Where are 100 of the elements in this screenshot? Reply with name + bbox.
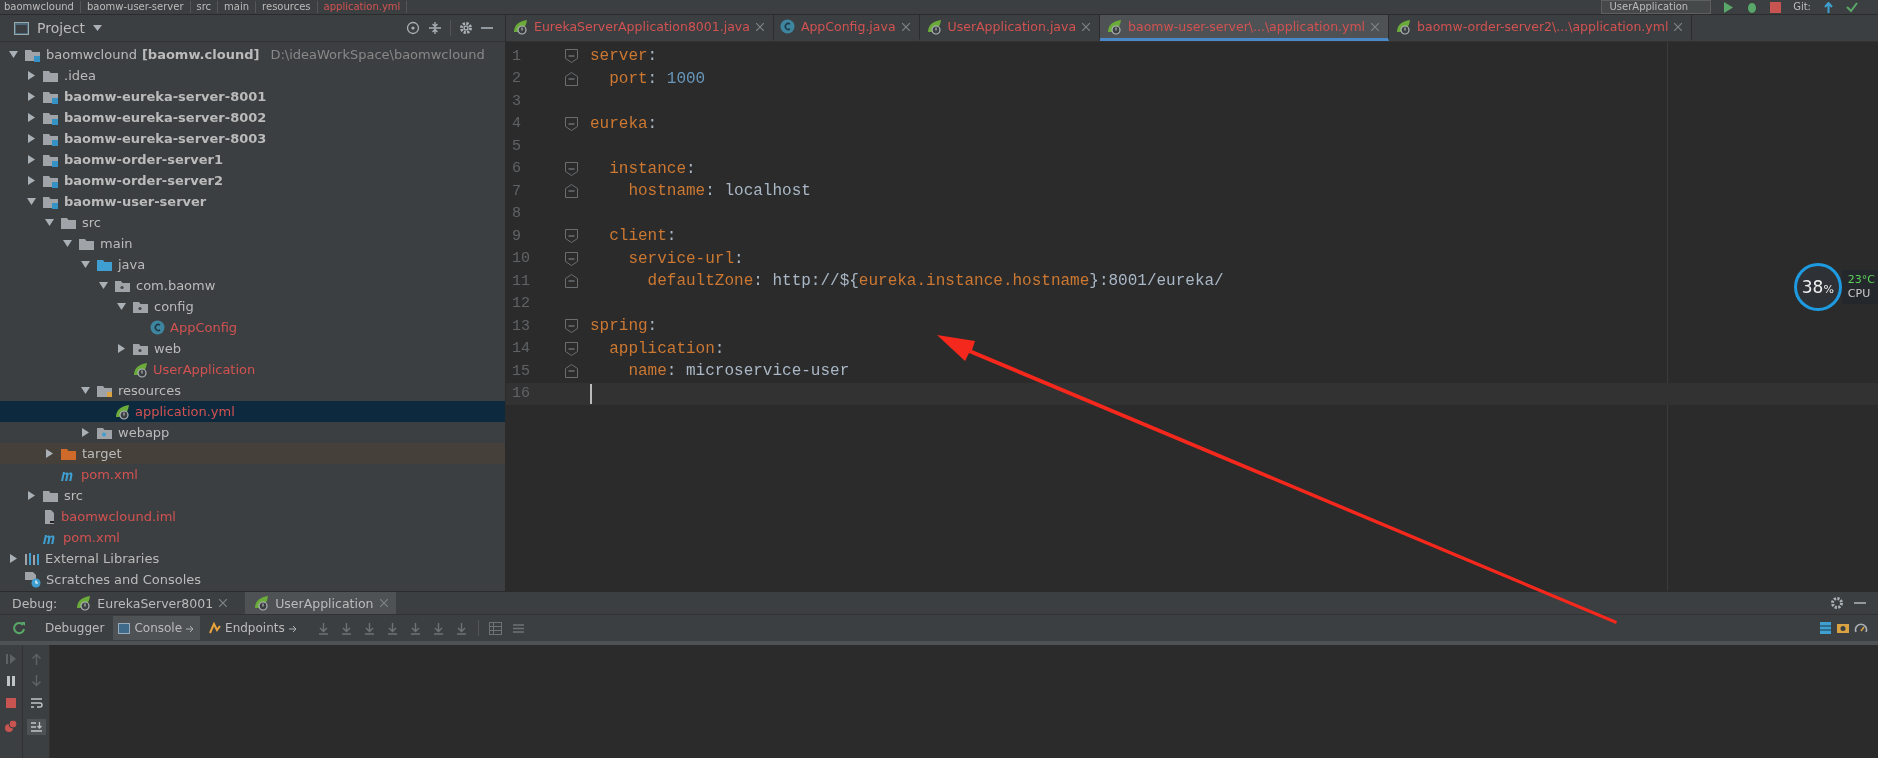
run-configuration-dropdown[interactable]: UserApplication [1600, 0, 1712, 14]
expand-arrow-icon[interactable] [8, 553, 19, 564]
tree-item[interactable]: config [154, 299, 194, 314]
tree-item[interactable]: main [100, 236, 133, 251]
debug-step-icon[interactable] [339, 621, 353, 635]
debug-step-icon[interactable] [362, 621, 376, 635]
database-icon[interactable] [1819, 621, 1832, 635]
breadcrumb-item[interactable]: main [224, 1, 250, 13]
run-icon[interactable] [1723, 1, 1735, 13]
project-view-dropdown[interactable]: Project [37, 20, 85, 36]
settings-icon[interactable] [1830, 596, 1844, 610]
table-icon[interactable] [488, 621, 502, 635]
fold-marker-icon[interactable] [565, 319, 578, 334]
tree-item[interactable]: baomw-eureka-server-8003 [64, 131, 267, 146]
tree-item[interactable]: webapp [118, 425, 170, 440]
expand-arrow-icon[interactable] [26, 175, 37, 186]
debug-step-icon[interactable] [408, 621, 422, 635]
tree-item[interactable]: resources [118, 383, 181, 398]
expand-arrow-icon[interactable] [26, 133, 37, 144]
fold-marker-icon[interactable] [565, 116, 578, 131]
expand-arrow-icon[interactable] [80, 427, 91, 438]
debug-session-tab[interactable]: EurekaServer8001 [67, 592, 236, 614]
expand-arrow-icon[interactable] [26, 91, 37, 102]
debug-step-icon[interactable] [454, 621, 468, 635]
collapse-arrow-icon[interactable] [26, 196, 37, 207]
breadcrumb-item[interactable]: baomw-user-server [86, 1, 184, 13]
pin-arrow-icon[interactable] [186, 624, 196, 632]
breadcrumb-item[interactable]: src [196, 1, 212, 13]
locate-icon[interactable] [406, 21, 420, 35]
tree-item[interactable]: target [82, 446, 122, 461]
collapse-arrow-icon[interactable] [116, 301, 127, 312]
pin-arrow-icon[interactable] [288, 624, 298, 632]
fold-marker-icon[interactable] [565, 341, 578, 356]
expand-arrow-icon[interactable] [26, 490, 37, 501]
tree-item[interactable]: web [154, 341, 181, 356]
collapse-arrow-icon[interactable] [8, 49, 19, 60]
expand-arrow-icon[interactable] [26, 112, 37, 123]
tree-item[interactable]: baomw-order-server2 [64, 173, 223, 188]
expand-arrow-icon[interactable] [26, 154, 37, 165]
list-icon[interactable] [511, 621, 525, 635]
tree-item[interactable]: baomw-order-server1 [64, 152, 223, 167]
fold-marker-icon[interactable] [565, 229, 578, 244]
close-icon[interactable] [901, 22, 910, 31]
debug-tab[interactable]: Endpoints [204, 616, 303, 640]
caret-icon[interactable] [92, 25, 102, 31]
collapse-arrow-icon[interactable] [98, 280, 109, 291]
tree-item[interactable]: application.yml [135, 404, 235, 419]
stop-icon[interactable] [1770, 1, 1782, 13]
tree-item[interactable]: src [82, 215, 101, 230]
camera-icon[interactable] [1836, 621, 1850, 635]
gauge-icon[interactable] [1854, 621, 1868, 635]
close-icon[interactable] [1082, 22, 1091, 31]
collapse-arrow-icon[interactable] [44, 217, 55, 228]
project-window-icon[interactable] [14, 21, 29, 35]
rerun-icon[interactable] [12, 621, 26, 635]
pause-icon[interactable] [5, 675, 17, 687]
close-icon[interactable] [219, 599, 228, 607]
tree-item[interactable]: baomw-eureka-server-8001 [64, 89, 267, 104]
collapse-all-icon[interactable] [428, 21, 442, 35]
fold-marker-icon[interactable] [565, 161, 578, 176]
tree-item[interactable]: com.baomw [136, 278, 216, 293]
settings-icon[interactable] [459, 21, 473, 35]
fold-marker-icon[interactable] [565, 71, 578, 86]
debug-tab[interactable]: Debugger [40, 616, 110, 640]
tree-item[interactable]: java [118, 257, 146, 272]
tree-item[interactable]: .idea [64, 68, 96, 83]
tree-item[interactable]: Scratches and Consoles [46, 572, 202, 587]
tree-item[interactable]: src [64, 488, 83, 503]
soft-wrap-icon[interactable] [29, 697, 43, 709]
collapse-arrow-icon[interactable] [80, 259, 91, 270]
fold-marker-icon[interactable] [565, 49, 578, 64]
stop-icon[interactable] [5, 697, 17, 709]
debug-step-icon[interactable] [431, 621, 445, 635]
fold-marker-icon[interactable] [565, 364, 578, 379]
expand-arrow-icon[interactable] [116, 343, 127, 354]
debug-step-icon[interactable] [316, 621, 330, 635]
scroll-to-end-button[interactable] [26, 719, 46, 735]
debug-session-tab[interactable]: UserApplication [245, 592, 396, 614]
debug-step-icon[interactable] [385, 621, 399, 635]
bug-icon[interactable] [1746, 1, 1759, 13]
update-arrow-icon[interactable] [1823, 1, 1834, 13]
fold-marker-icon[interactable] [565, 184, 578, 199]
check-icon[interactable] [1846, 1, 1858, 13]
tree-item[interactable]: External Libraries [45, 551, 160, 566]
tree-item[interactable]: baomwclound [46, 47, 137, 62]
close-icon[interactable] [1371, 22, 1380, 31]
tree-item[interactable]: baomw-eureka-server-8002 [64, 110, 267, 125]
expand-arrow-icon[interactable] [26, 70, 37, 81]
debug-tab[interactable]: Console [113, 616, 201, 640]
close-icon[interactable] [755, 22, 764, 31]
collapse-arrow-icon[interactable] [80, 385, 91, 396]
close-icon[interactable] [1674, 22, 1683, 31]
close-icon[interactable] [379, 599, 388, 607]
fold-marker-icon[interactable] [565, 251, 578, 266]
breadcrumb-item[interactable]: resources [262, 1, 311, 13]
collapse-arrow-icon[interactable] [62, 238, 73, 249]
expand-arrow-icon[interactable] [44, 448, 55, 459]
fold-marker-icon[interactable] [565, 274, 578, 289]
breakpoints-icon[interactable] [4, 719, 18, 733]
breadcrumb-item[interactable]: baomwclound [4, 1, 74, 13]
